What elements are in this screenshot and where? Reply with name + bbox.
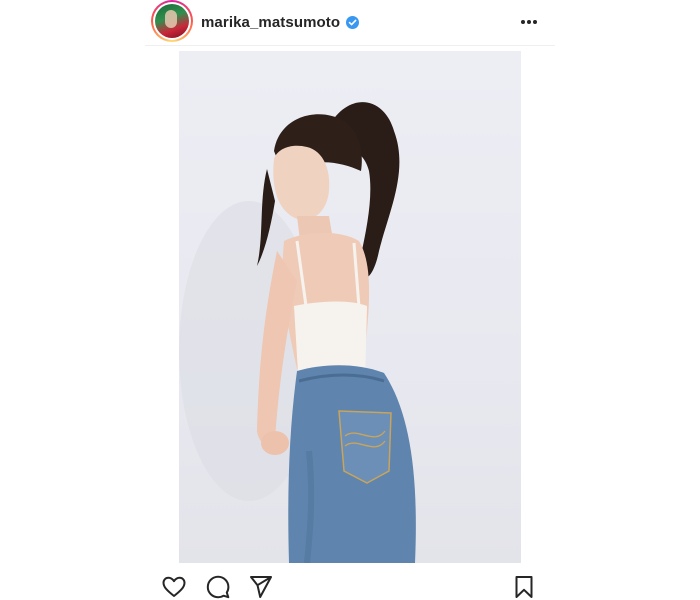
instagram-post: marika_matsumoto	[145, 0, 555, 600]
avatar-image	[155, 4, 189, 38]
more-dot	[527, 20, 531, 24]
more-options-icon[interactable]	[519, 12, 539, 32]
share-icon[interactable]	[248, 574, 274, 600]
username-row: marika_matsumoto	[201, 12, 360, 32]
avatar[interactable]	[153, 2, 191, 40]
verified-badge-icon	[346, 15, 360, 29]
photo-illustration	[179, 102, 416, 563]
username[interactable]: marika_matsumoto	[201, 14, 340, 31]
post-actions	[145, 572, 555, 600]
comment-icon[interactable]	[205, 574, 231, 600]
post-photo[interactable]	[179, 51, 521, 563]
more-dot	[521, 20, 525, 24]
more-dot	[533, 20, 537, 24]
post-header: marika_matsumoto	[145, 0, 555, 46]
bookmark-icon[interactable]	[511, 574, 537, 600]
avatar-story-ring[interactable]	[151, 0, 193, 42]
heart-icon[interactable]	[161, 574, 187, 600]
